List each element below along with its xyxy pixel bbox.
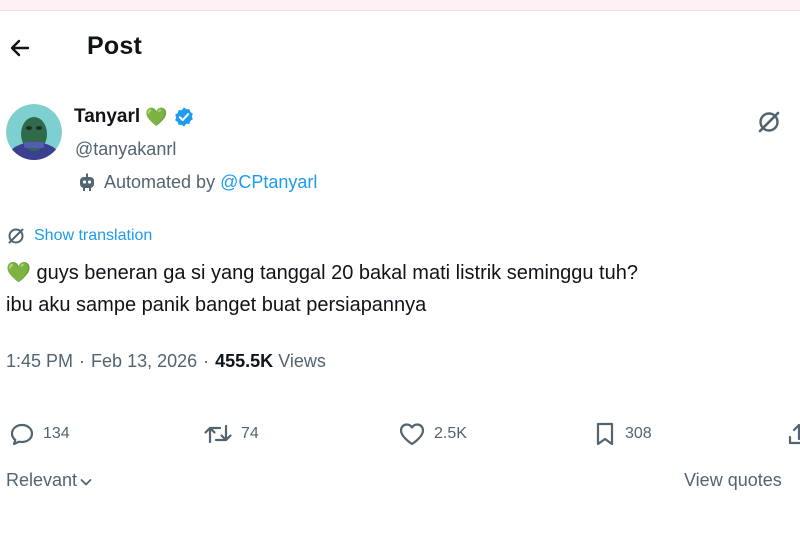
show-translation-label: Show translation: [34, 227, 153, 244]
heart-icon: [399, 423, 425, 446]
show-translation-link[interactable]: Show translation: [6, 226, 152, 246]
chevron-down-icon: [80, 479, 92, 486]
arrow-left-icon: [10, 39, 30, 57]
grok-icon: [758, 111, 780, 133]
browser-top-strip: [0, 0, 800, 11]
reply-icon: [10, 423, 34, 446]
share-button[interactable]: [786, 420, 800, 448]
reply-button[interactable]: 134: [8, 420, 70, 448]
display-name[interactable]: Tanyarl: [74, 106, 140, 128]
reply-count: 134: [43, 425, 70, 442]
action-bar: 134 74 2.5K 308: [0, 420, 800, 456]
views-count: 455.5K: [215, 351, 274, 371]
meta-separator: ·: [79, 351, 86, 371]
like-button[interactable]: 2.5K: [397, 420, 467, 448]
post-header: Post: [0, 26, 800, 70]
bookmark-icon: [596, 422, 614, 446]
post-date[interactable]: Feb 13, 2026: [91, 351, 197, 372]
view-quotes-link[interactable]: View quotes: [684, 470, 782, 491]
repost-button[interactable]: 74: [202, 420, 259, 448]
post-text-line-2: ibu aku sampe panik banget buat persiapa…: [6, 294, 427, 316]
post-meta: 1:45 PM · Feb 13, 2026 · 455.5K Views: [6, 351, 326, 372]
sort-label: Relevant: [6, 470, 78, 490]
back-button[interactable]: [6, 34, 34, 62]
robot-icon: [80, 173, 94, 191]
display-name-row: Tanyarl 💚: [74, 106, 195, 128]
views-label: Views: [278, 351, 326, 371]
verified-badge-icon: [174, 107, 193, 127]
meta-separator: ·: [203, 351, 210, 371]
author-block: Tanyarl 💚: [74, 106, 195, 128]
bookmark-button[interactable]: 308: [592, 420, 652, 448]
post-text-line-1: 💚 guys beneran ga si yang tanggal 20 bak…: [6, 257, 796, 289]
automated-prefix: Automated by: [104, 171, 216, 192]
avatar[interactable]: [6, 104, 62, 160]
author-handle[interactable]: @tanyakanrl: [75, 139, 176, 160]
green-heart-emoji: 💚: [145, 106, 168, 127]
post-text: 💚 guys beneran ga si yang tanggal 20 bak…: [6, 257, 796, 321]
share-icon: [788, 423, 800, 445]
like-count: 2.5K: [434, 425, 467, 442]
automated-account-link[interactable]: @CPtanyarl: [220, 172, 317, 193]
post-time[interactable]: 1:45 PM: [6, 351, 73, 372]
translate-icon: [8, 228, 24, 244]
bookmark-count: 308: [625, 425, 652, 442]
avatar-image: [6, 104, 62, 160]
green-heart-emoji: 💚: [6, 262, 31, 284]
sort-replies-dropdown[interactable]: Relevant: [6, 470, 93, 491]
automated-label: Automated by @CPtanyarl: [76, 171, 317, 193]
grok-button[interactable]: [755, 108, 783, 136]
repost-count: 74: [241, 425, 259, 442]
page-title: Post: [87, 32, 142, 60]
post-text-body-1: guys beneran ga si yang tanggal 20 bakal…: [36, 262, 638, 284]
repost-icon: [204, 424, 232, 444]
